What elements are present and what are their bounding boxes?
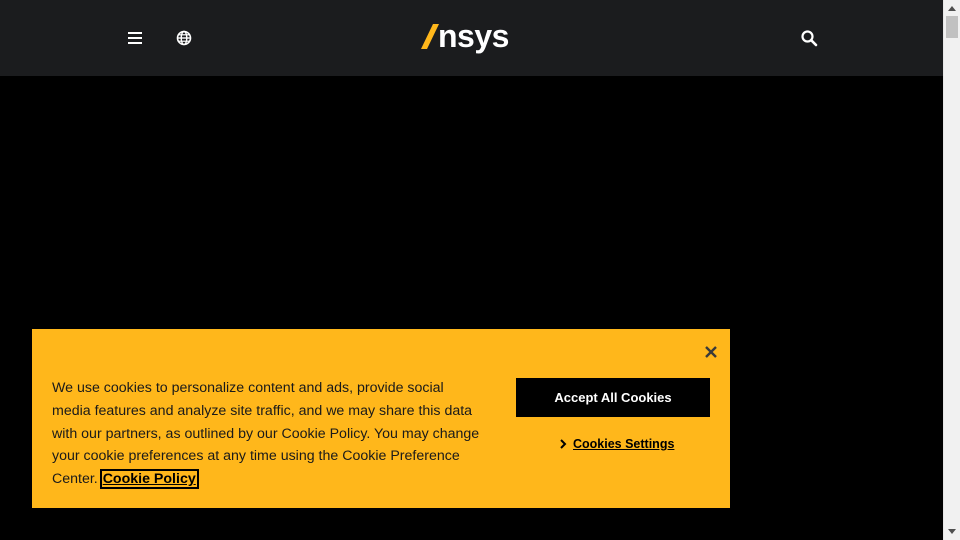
ansys-logo[interactable]: nsys [420,18,509,54]
logo-text: nsys [438,18,509,54]
language-button[interactable] [170,24,198,52]
scroll-down-arrow-icon[interactable] [948,529,956,534]
cookie-close-button[interactable] [699,340,723,364]
accept-all-cookies-button[interactable]: Accept All Cookies [516,378,710,417]
menu-button[interactable] [121,24,149,52]
cookie-banner: We use cookies to personalize content an… [32,329,730,508]
chevron-right-icon [559,438,569,450]
cookies-settings-button[interactable]: Cookies Settings [559,437,674,451]
vertical-scrollbar[interactable] [943,0,960,540]
scroll-up-arrow-icon[interactable] [948,6,956,11]
viewport: nsys We use cookies to personalize conte… [0,0,943,540]
scrollbar-thumb[interactable] [946,16,958,38]
close-icon [705,346,717,358]
search-button[interactable] [795,24,823,52]
page: nsys We use cookies to personalize conte… [0,0,960,540]
cookie-message: We use cookies to personalize content an… [52,377,482,491]
search-icon [801,30,818,47]
site-header: nsys [0,0,943,76]
globe-icon [176,30,192,46]
hamburger-menu-icon [128,32,142,44]
cookies-settings-label: Cookies Settings [573,437,675,451]
cookie-policy-link[interactable]: Cookie Policy [99,469,199,490]
